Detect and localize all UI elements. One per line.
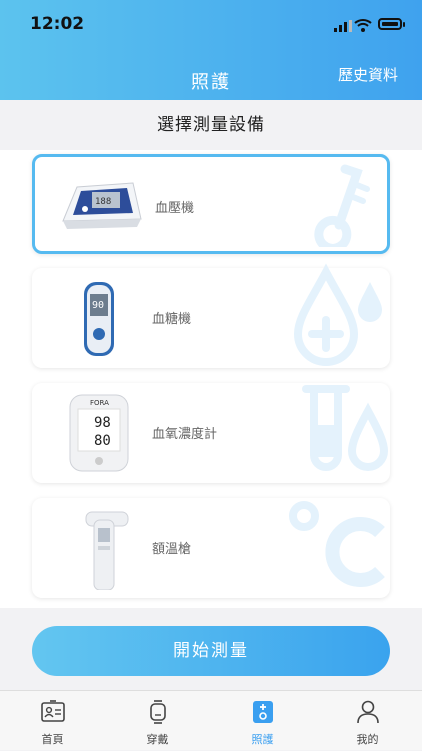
history-link[interactable]: 歷史資料 xyxy=(338,64,398,85)
tab-label: 我的 xyxy=(356,733,379,746)
care-icon xyxy=(253,701,273,723)
device-label: 血糖機 xyxy=(152,312,192,327)
svg-text:188: 188 xyxy=(95,197,111,207)
cellular-signal-icon xyxy=(334,20,352,32)
blood-pressure-monitor-image: 188 xyxy=(62,182,142,229)
tab-wearable[interactable]: 穿戴 xyxy=(105,691,210,751)
device-list: 188 血壓機 90 血糖機 FORA 98 80 血氧濃度計 額溫槍 xyxy=(0,150,422,608)
svg-text:98: 98 xyxy=(94,415,111,431)
device-label: 額溫槍 xyxy=(152,542,192,557)
tab-bar: 首頁 穿戴 照護 我的 xyxy=(0,690,422,750)
home-icon xyxy=(41,700,65,722)
device-label: 血氧濃度計 xyxy=(152,427,218,442)
blood-drop-plus-icon xyxy=(293,263,382,366)
device-card-forehead-thermometer[interactable]: 額溫槍 xyxy=(32,498,390,598)
section-subtitle: 選擇測量設備 xyxy=(157,115,265,135)
header: 12:02 照護 歷史資料 xyxy=(0,0,422,100)
device-card-oximeter[interactable]: FORA 98 80 血氧濃度計 xyxy=(32,383,390,483)
celsius-icon xyxy=(289,501,385,587)
glucometer-image: 90 xyxy=(84,282,114,356)
test-tube-drop-icon xyxy=(302,385,389,471)
battery-icon xyxy=(378,18,402,30)
profile-icon xyxy=(357,700,379,724)
svg-text:FORA: FORA xyxy=(90,399,109,407)
battery-tip xyxy=(403,22,405,27)
forehead-thermometer-image xyxy=(85,511,129,590)
status-bar: 12:02 xyxy=(0,0,422,50)
status-time: 12:02 xyxy=(30,14,85,34)
svg-text:80: 80 xyxy=(94,433,111,449)
svg-text:90: 90 xyxy=(92,300,104,311)
pulse-oximeter-image: FORA 98 80 xyxy=(69,394,129,472)
tab-care[interactable]: 照護 xyxy=(210,691,315,751)
device-card-blood-pressure[interactable]: 188 血壓機 xyxy=(32,154,390,254)
tab-label: 首頁 xyxy=(41,733,64,746)
tab-profile[interactable]: 我的 xyxy=(315,691,420,751)
start-measurement-button[interactable]: 開始測量 xyxy=(32,626,390,676)
tab-home[interactable]: 首頁 xyxy=(0,691,105,751)
tab-label: 照護 xyxy=(251,733,274,746)
thermometer-icon xyxy=(314,164,370,247)
device-label: 血壓機 xyxy=(155,201,195,216)
device-card-glucometer[interactable]: 90 血糖機 xyxy=(32,263,390,368)
tab-label: 穿戴 xyxy=(146,733,169,746)
wifi-icon xyxy=(354,19,372,32)
watch-icon xyxy=(150,700,166,724)
